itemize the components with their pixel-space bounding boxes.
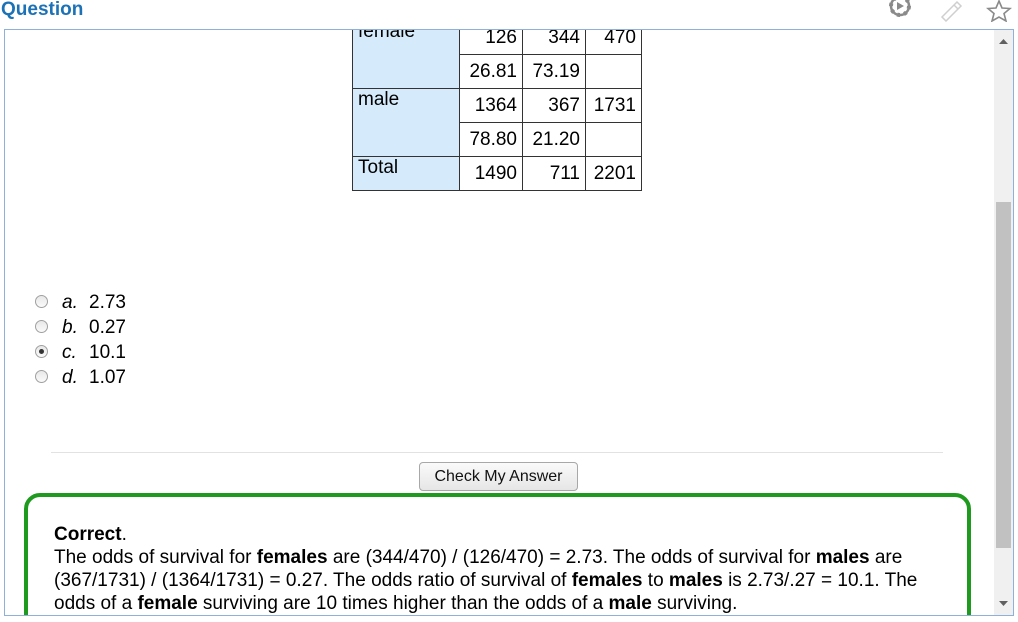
option-letter: d. bbox=[62, 367, 78, 388]
table-cell: 2201 bbox=[585, 156, 642, 191]
option-value: 10.1 bbox=[89, 342, 126, 363]
question-content: female 126 344 470 26.81 73.19 male 1364… bbox=[5, 30, 991, 615]
question-frame: female 126 344 470 26.81 73.19 male 1364… bbox=[4, 29, 1014, 616]
page-title: Question bbox=[1, 0, 84, 20]
scroll-thumb[interactable] bbox=[996, 202, 1011, 548]
radio-button[interactable] bbox=[35, 295, 48, 308]
option-value: 2.73 bbox=[89, 292, 126, 313]
radio-button[interactable] bbox=[35, 370, 48, 383]
table-cell bbox=[585, 54, 642, 89]
feedback-bold-term: female bbox=[137, 593, 198, 614]
table-cell: 126 bbox=[459, 30, 523, 55]
row-label-female: female bbox=[352, 30, 460, 89]
table-cell: 73.19 bbox=[522, 54, 586, 89]
check-my-answer-button[interactable]: Check My Answer bbox=[419, 462, 578, 491]
feedback-title: Correct bbox=[54, 524, 122, 545]
gear-play-icon[interactable] bbox=[886, 0, 912, 22]
radio-button-selected[interactable] bbox=[35, 345, 48, 358]
feedback-bold-term: male bbox=[608, 593, 652, 614]
question-header: Question bbox=[0, 0, 1018, 28]
feedback-title-suffix: . bbox=[121, 524, 127, 545]
table-cell: 344 bbox=[522, 30, 586, 55]
table-cell: 78.80 bbox=[459, 122, 523, 157]
feedback-bold-term: males bbox=[668, 570, 723, 591]
feedback-text: Correct. The odds of survival for females… bbox=[54, 523, 954, 615]
feedback-box: Correct. The odds of survival for females… bbox=[24, 493, 971, 615]
row-label-male: male bbox=[352, 88, 460, 157]
table-cell bbox=[585, 122, 642, 157]
table-cell: 711 bbox=[522, 156, 586, 191]
radio-button[interactable] bbox=[35, 320, 48, 333]
star-icon[interactable] bbox=[985, 0, 1013, 23]
option-value: 1.07 bbox=[89, 367, 126, 388]
table-row: male 1364 367 1731 bbox=[352, 88, 642, 157]
feedback-bold-term: females bbox=[256, 547, 328, 568]
row-label-total: Total bbox=[352, 156, 460, 191]
table-cell: 1490 bbox=[459, 156, 523, 191]
scroll-down-arrow-icon[interactable] bbox=[994, 593, 1013, 615]
feedback-text-part: surviving. bbox=[651, 593, 738, 614]
table-cell: 26.81 bbox=[459, 54, 523, 89]
vertical-scrollbar[interactable] bbox=[994, 30, 1013, 615]
feedback-text-part: are (344/470) / (126/470) = 2.73. The od… bbox=[327, 547, 816, 568]
feedback-bold-term: females bbox=[571, 570, 643, 591]
feedback-text-part: to bbox=[642, 570, 669, 591]
divider bbox=[51, 452, 943, 453]
table-cell: 470 bbox=[585, 30, 642, 55]
table-row: female 126 344 470 bbox=[352, 30, 642, 89]
option-value: 0.27 bbox=[89, 317, 126, 338]
feedback-text-part: The odds of survival for bbox=[54, 547, 257, 568]
option-letter: a. bbox=[62, 292, 78, 313]
table-cell: 1364 bbox=[459, 88, 523, 123]
table-cell: 1731 bbox=[585, 88, 642, 123]
option-letter: c. bbox=[62, 342, 77, 363]
table-cell: 21.20 bbox=[522, 122, 586, 157]
scroll-up-arrow-icon[interactable] bbox=[994, 30, 1013, 52]
feedback-bold-term: males bbox=[815, 547, 870, 568]
table-row: Total 1490 711 2201 bbox=[352, 156, 642, 191]
option-letter: b. bbox=[62, 317, 78, 338]
feedback-text-part: surviving are 10 times higher than the o… bbox=[197, 593, 609, 614]
contingency-table: female 126 344 470 26.81 73.19 male 1364… bbox=[352, 30, 642, 191]
pencil-icon[interactable] bbox=[938, 0, 964, 23]
table-cell: 367 bbox=[522, 88, 586, 123]
